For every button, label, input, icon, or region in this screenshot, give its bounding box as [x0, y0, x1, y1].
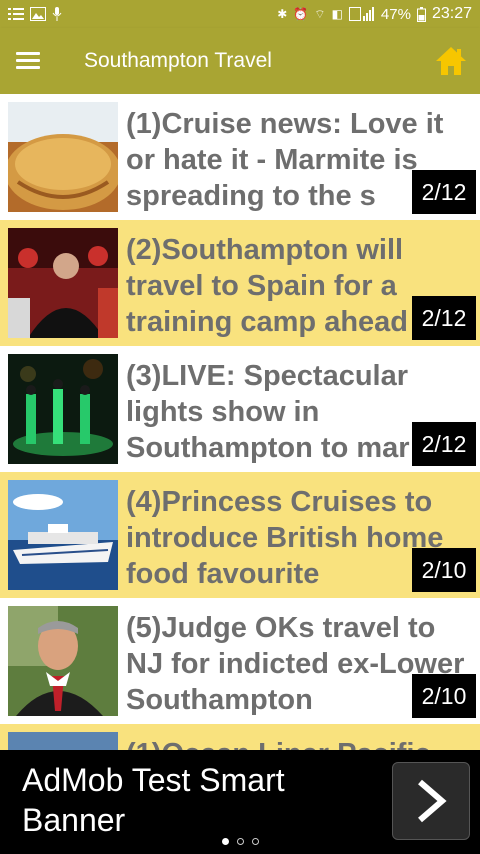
list-item[interactable]: (1)Cruise news: Love it or hate it - Mar… [0, 94, 480, 220]
news-feed[interactable]: (1)Cruise news: Love it or hate it - Mar… [0, 94, 480, 750]
ad-open-button[interactable] [392, 762, 470, 840]
alarm-icon: ⏰ [293, 7, 309, 21]
nfc-icon: ◧ [331, 7, 343, 21]
manager-thumbnail [8, 228, 118, 338]
ad-text: AdMob Test Smart Banner [22, 762, 285, 838]
partial-thumbnail [8, 732, 118, 750]
list-item[interactable]: (5)Judge OKs travel to NJ for indicted e… [0, 598, 480, 724]
page-badge: 2/10 [412, 548, 476, 592]
list-item[interactable]: (1)Ocean Liner Pacific [0, 724, 480, 750]
app-title: Southampton Travel [84, 49, 272, 72]
status-bar: ✱ ⏰ ⌔ ◧ 47% 23:27 [0, 0, 480, 28]
ad-banner[interactable]: AdMob Test Smart Banner [0, 750, 480, 854]
page-badge: 2/12 [412, 170, 476, 214]
pie-thumbnail [8, 102, 118, 212]
ad-pager-dots [0, 838, 480, 845]
home-icon[interactable] [434, 44, 468, 78]
microphone-icon [52, 7, 62, 21]
battery-icon [416, 6, 426, 22]
man-portrait-thumbnail [8, 606, 118, 716]
image-icon [30, 7, 46, 21]
status-left-icons [8, 7, 62, 21]
status-time: 23:27 [431, 5, 472, 22]
wifi-icon: ⌔ [314, 7, 326, 21]
list-item[interactable]: (2)Southampton will travel to Spain for … [0, 220, 480, 346]
pager-dot [221, 838, 229, 845]
bluetooth-icon: ✱ [277, 7, 288, 21]
status-right-icons: ✱ ⏰ ⌔ ◧ 47% 23:27 [277, 5, 472, 23]
chevron-right-icon [418, 779, 447, 823]
headline: (1)Ocean Liner Pacific [126, 736, 476, 750]
notes-icon [8, 8, 24, 20]
page-badge: 2/12 [412, 422, 476, 466]
pager-dot [251, 838, 259, 845]
battery-percent: 47% [380, 5, 411, 23]
pager-dot [236, 838, 244, 845]
page-badge: 2/12 [412, 296, 476, 340]
list-item[interactable]: (4)Princess Cruises to introduce British… [0, 472, 480, 598]
cruise-ship-thumbnail [8, 480, 118, 590]
page-badge: 2/10 [412, 674, 476, 718]
list-item[interactable]: (3)LIVE: Spectacular lights show in Sout… [0, 346, 480, 472]
lights-show-thumbnail [8, 354, 118, 464]
menu-icon[interactable] [16, 52, 40, 70]
app-bar: Southampton Travel [0, 28, 480, 94]
signal-icon [348, 7, 374, 21]
